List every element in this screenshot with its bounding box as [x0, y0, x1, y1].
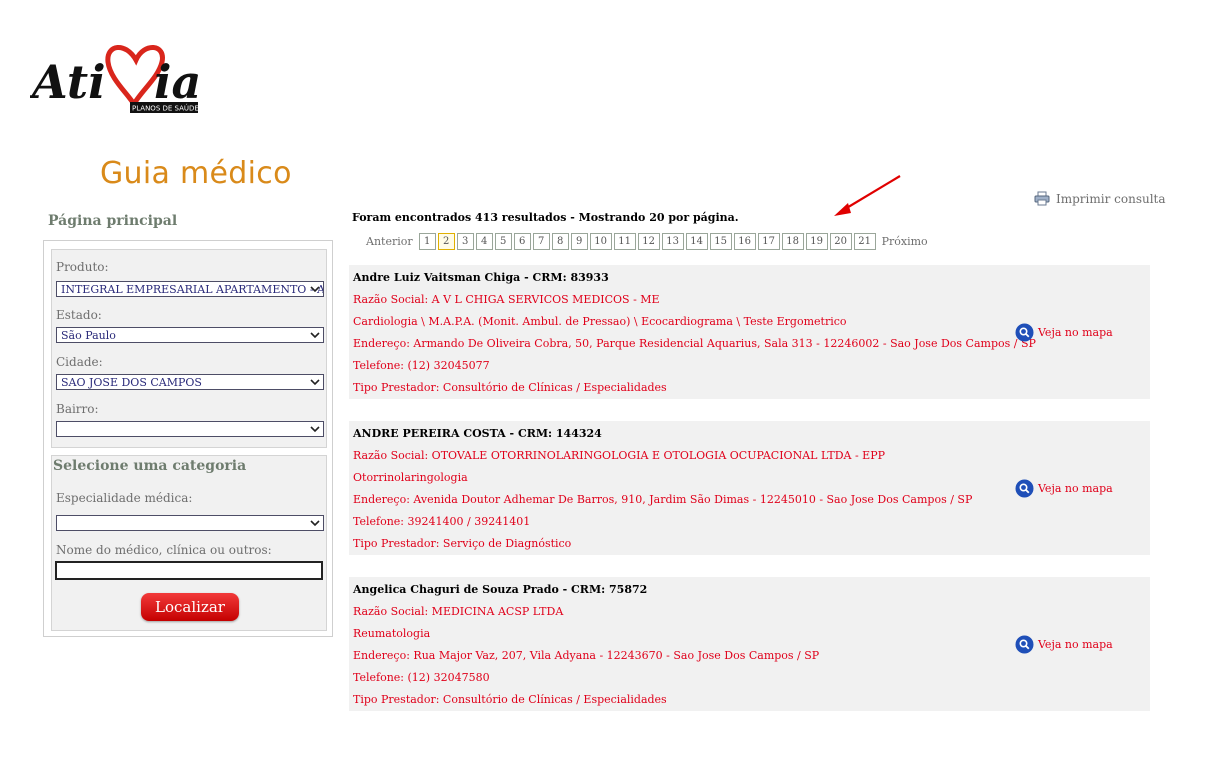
- result-address: Endereço: Avenida Doutor Adhemar De Barr…: [353, 493, 973, 506]
- produto-select[interactable]: INTEGRAL EMPRESARIAL APARTAMENTO - ANS: …: [56, 281, 324, 297]
- cidade-label: Cidade:: [56, 355, 103, 369]
- bairro-label: Bairro:: [56, 402, 99, 416]
- map-link[interactable]: Veja no mapa: [1015, 323, 1113, 342]
- pager-pages: 1 2 3 4 5 6 7 8 9 10 11 12 13 14 15 16 17 18 19 20 21: [418, 233, 878, 250]
- result-razao: Razão Social: MEDICINA ACSP LTDA: [353, 605, 564, 618]
- map-link-label: Veja no mapa: [1038, 482, 1113, 495]
- pager-page[interactable]: 12: [637, 233, 660, 250]
- chevron-down-icon: [310, 286, 320, 293]
- pager-next[interactable]: Próximo: [878, 235, 932, 248]
- result-name: Angelica Chaguri de Souza Prado - CRM: 7…: [353, 583, 648, 596]
- result-card: ANDRE PEREIRA COSTA - CRM: 144324 Razão …: [349, 421, 1150, 555]
- pager-page[interactable]: 7: [532, 233, 550, 250]
- bairro-select[interactable]: [56, 421, 324, 437]
- chevron-down-icon: [310, 426, 320, 433]
- especialidade-label: Especialidade médica:: [56, 491, 193, 505]
- pager-page[interactable]: 8: [551, 233, 569, 250]
- map-link-label: Veja no mapa: [1038, 638, 1113, 651]
- magnifier-icon: [1015, 323, 1034, 342]
- result-type: Tipo Prestador: Consultório de Clínicas …: [353, 693, 667, 706]
- pager-prev[interactable]: Anterior: [362, 235, 417, 248]
- pager-page[interactable]: 2: [437, 233, 455, 250]
- chevron-down-icon: [310, 332, 320, 339]
- page-title: Guia médico: [100, 156, 292, 191]
- localizar-button[interactable]: Localizar: [141, 593, 239, 621]
- home-link[interactable]: Página principal: [48, 213, 177, 229]
- pager-page[interactable]: 16: [733, 233, 756, 250]
- pager-page[interactable]: 14: [685, 233, 708, 250]
- ativia-logo[interactable]: Ati ia PLANOS DE SAÚDE: [30, 40, 210, 120]
- result-phone: Telefone: (12) 32045077: [353, 359, 490, 372]
- estado-label: Estado:: [56, 308, 102, 322]
- svg-text:ia: ia: [154, 55, 201, 109]
- magnifier-icon: [1015, 635, 1034, 654]
- search-sidebar: Produto: INTEGRAL EMPRESARIAL APARTAMENT…: [43, 240, 333, 637]
- map-link-label: Veja no mapa: [1038, 326, 1113, 339]
- pager-page[interactable]: 5: [494, 233, 512, 250]
- category-title: Selecione uma categoria: [53, 458, 247, 474]
- result-type: Tipo Prestador: Consultório de Clínicas …: [353, 381, 667, 394]
- result-card: Angelica Chaguri de Souza Prado - CRM: 7…: [349, 577, 1150, 711]
- estado-select[interactable]: São Paulo: [56, 327, 324, 343]
- svg-text:Ati: Ati: [30, 55, 106, 109]
- result-razao: Razão Social: A V L CHIGA SERVICOS MEDIC…: [353, 293, 660, 306]
- result-name: Andre Luiz Vaitsman Chiga - CRM: 83933: [353, 271, 609, 284]
- pager-page[interactable]: 21: [853, 233, 876, 250]
- pager-page[interactable]: 15: [709, 233, 732, 250]
- map-link[interactable]: Veja no mapa: [1015, 479, 1113, 498]
- result-card: Andre Luiz Vaitsman Chiga - CRM: 83933 R…: [349, 265, 1150, 399]
- location-filter-box: Produto: INTEGRAL EMPRESARIAL APARTAMENT…: [51, 249, 327, 448]
- printer-icon: [1034, 191, 1050, 206]
- pager-page[interactable]: 18: [781, 233, 804, 250]
- category-filter-box: Selecione uma categoria Especialidade mé…: [51, 455, 327, 631]
- result-specialty: Cardiologia \ M.A.P.A. (Monit. Ambul. de…: [353, 315, 847, 328]
- pager-page[interactable]: 6: [513, 233, 531, 250]
- result-specialty: Otorrinolaringologia: [353, 471, 468, 484]
- print-link[interactable]: Imprimir consulta: [1034, 191, 1166, 206]
- pager-page[interactable]: 19: [805, 233, 828, 250]
- annotation-arrow-icon: [834, 175, 901, 216]
- logo-tagline: PLANOS DE SAÚDE: [132, 104, 199, 113]
- pager-page[interactable]: 11: [613, 233, 636, 250]
- print-label: Imprimir consulta: [1056, 191, 1166, 206]
- chevron-down-icon: [310, 379, 320, 386]
- cidade-value: SAO JOSE DOS CAMPOS: [61, 376, 202, 389]
- pager-page[interactable]: 9: [570, 233, 588, 250]
- pager-page[interactable]: 13: [661, 233, 684, 250]
- result-razao: Razão Social: OTOVALE OTORRINOLARINGOLOG…: [353, 449, 885, 462]
- result-phone: Telefone: 39241400 / 39241401: [353, 515, 531, 528]
- results-summary: Foram encontrados 413 resultados - Mostr…: [352, 211, 739, 224]
- produto-value: INTEGRAL EMPRESARIAL APARTAMENTO - ANS: …: [61, 283, 323, 296]
- pager-page[interactable]: 10: [589, 233, 612, 250]
- result-type: Tipo Prestador: Serviço de Diagnóstico: [353, 537, 572, 550]
- result-specialty: Reumatologia: [353, 627, 431, 640]
- cidade-select[interactable]: SAO JOSE DOS CAMPOS: [56, 374, 324, 390]
- produto-label: Produto:: [56, 260, 109, 274]
- result-name: ANDRE PEREIRA COSTA - CRM: 144324: [353, 427, 602, 440]
- pager-page[interactable]: 17: [757, 233, 780, 250]
- pager-page[interactable]: 1: [418, 233, 436, 250]
- pager-page[interactable]: 4: [475, 233, 493, 250]
- result-address: Endereço: Armando De Oliveira Cobra, 50,…: [353, 337, 1036, 350]
- result-phone: Telefone: (12) 32047580: [353, 671, 490, 684]
- chevron-down-icon: [310, 520, 320, 527]
- map-link[interactable]: Veja no mapa: [1015, 635, 1113, 654]
- pager-page[interactable]: 20: [829, 233, 852, 250]
- magnifier-icon: [1015, 479, 1034, 498]
- pagination: Anterior 1 2 3 4 5 6 7 8 9 10 11 12 13 14 15 16 17 18 19 20…: [362, 232, 932, 251]
- pager-page[interactable]: 3: [456, 233, 474, 250]
- estado-value: São Paulo: [61, 329, 116, 342]
- result-address: Endereço: Rua Major Vaz, 207, Vila Adyan…: [353, 649, 820, 662]
- nome-input[interactable]: [55, 561, 323, 580]
- especialidade-select[interactable]: [56, 515, 324, 531]
- nome-label: Nome do médico, clínica ou outros:: [56, 543, 272, 557]
